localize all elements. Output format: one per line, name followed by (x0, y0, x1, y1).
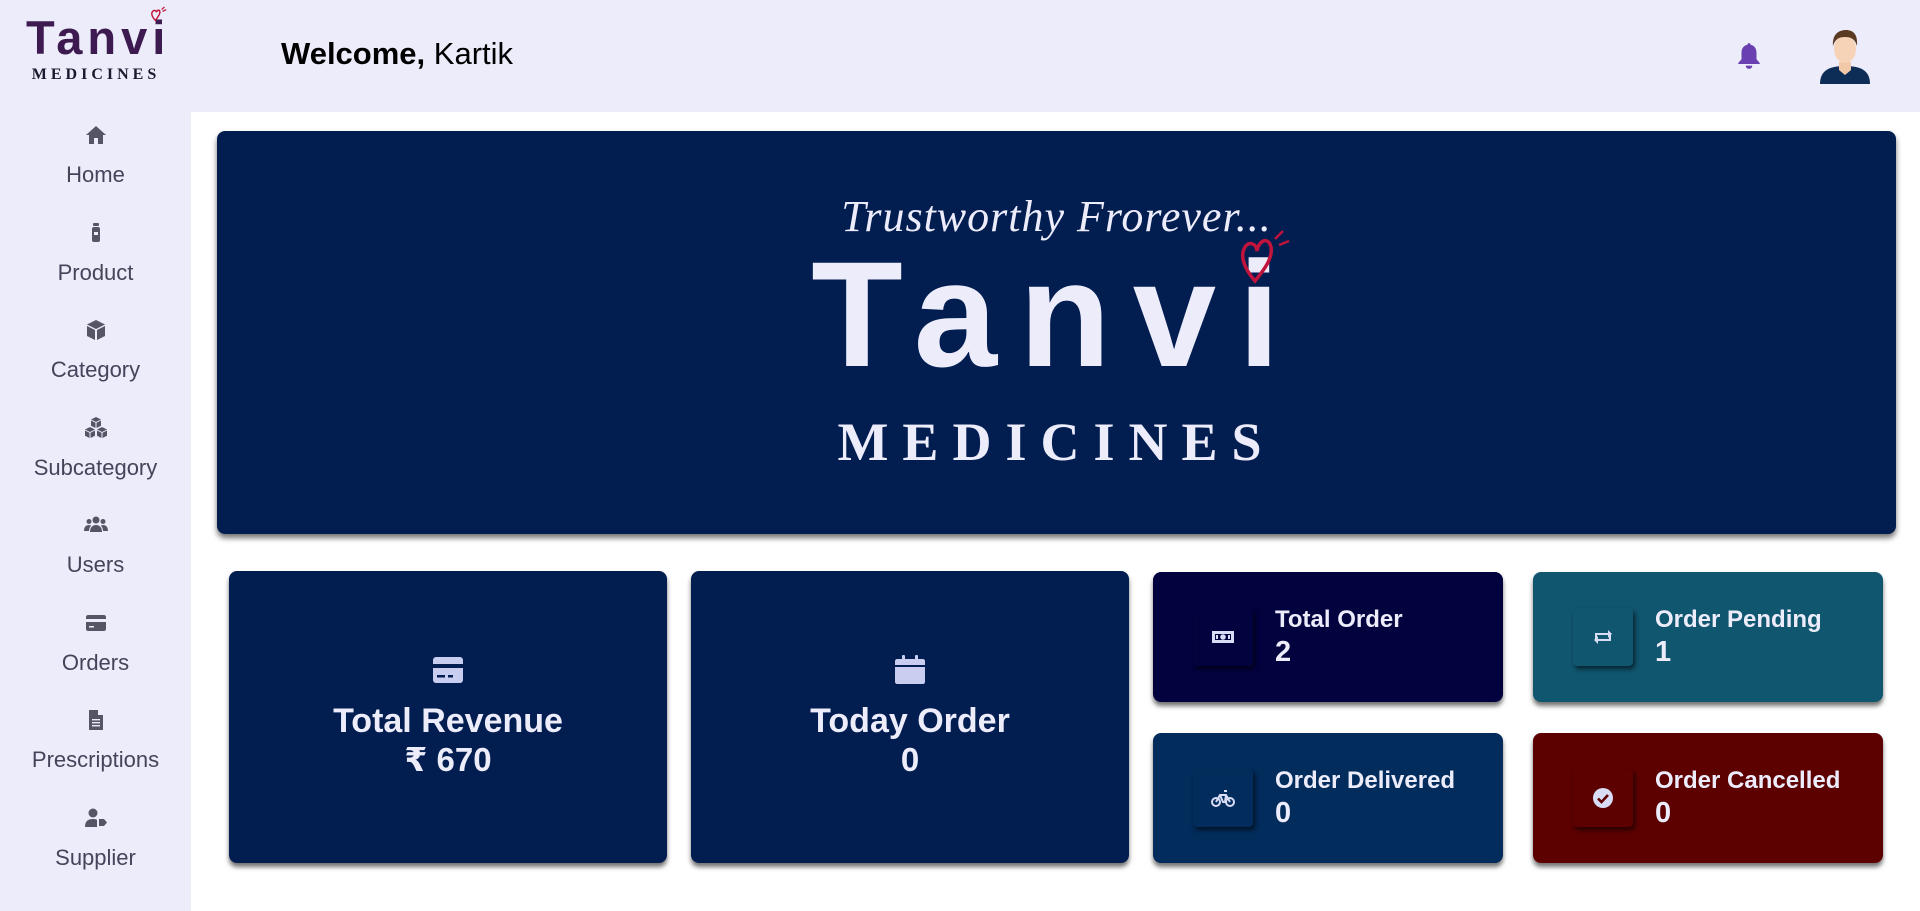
stat-value: 2 (1275, 636, 1292, 668)
total-revenue-card[interactable]: Total Revenue ₹ 670 (229, 571, 667, 863)
banner-subtitle: MEDICINES (837, 412, 1276, 472)
order-pending-card[interactable]: Order Pending 1 (1533, 572, 1883, 702)
sidebar-item-supplier[interactable]: Supplier (0, 805, 191, 903)
app: Tanvi MEDICINES Home Product Category Su… (0, 0, 1920, 911)
stat-value: 0 (1655, 797, 1672, 829)
sidebar-item-subcategory[interactable]: Subcategory (0, 415, 191, 513)
welcome-prefix: Welcome, (281, 36, 426, 71)
stat-text: Order Cancelled 0 (1655, 766, 1840, 830)
sidebar-item-users[interactable]: Users (0, 512, 191, 610)
stat-title: Today Order (810, 701, 1010, 740)
sidebar: Tanvi MEDICINES Home Product Category Su… (0, 0, 191, 911)
order-delivered-card[interactable]: Order Delivered 0 (1153, 733, 1503, 863)
stat-value: 1 (1655, 636, 1672, 668)
bicycle-icon (1193, 769, 1253, 827)
order-cancelled-card[interactable]: Order Cancelled 0 (1533, 733, 1883, 863)
sidebar-item-label: Subcategory (33, 454, 158, 480)
users-icon (83, 512, 109, 538)
credit-card-icon (431, 655, 465, 690)
stat-value: 0 (900, 740, 920, 778)
stat-title: Order Cancelled (1655, 767, 1841, 794)
money-bill-icon (1193, 608, 1253, 666)
credit-card-icon (83, 610, 109, 636)
stat-title: Order Delivered (1275, 767, 1456, 794)
sidebar-item-label: Orders (61, 649, 130, 675)
stat-title: Order Pending (1655, 606, 1822, 633)
banner-wordmark: Tanvi (811, 230, 1302, 398)
stat-value: 0 (1275, 797, 1292, 829)
home-icon (83, 122, 109, 148)
bell-icon[interactable] (1736, 41, 1762, 71)
heart-icon (151, 6, 167, 22)
sidebar-item-label: Category (50, 357, 141, 382)
sidebar-nav: Home Product Category Subcategory Users … (0, 122, 191, 902)
sidebar-item-home[interactable]: Home (0, 122, 191, 220)
check-circle-icon (1573, 769, 1633, 827)
stat-text: Total Order 2 (1275, 605, 1403, 669)
sidebar-item-product[interactable]: Product (0, 220, 191, 318)
sidebar-item-label: Home (66, 162, 125, 187)
stat-value: ₹ 670 (404, 740, 492, 778)
today-order-card[interactable]: Today Order 0 (691, 571, 1129, 863)
sidebar-logo[interactable]: Tanvi MEDICINES (26, 6, 167, 92)
file-icon (83, 707, 109, 733)
repeat-icon (1573, 608, 1633, 666)
user-name: Kartik (433, 36, 514, 71)
stat-text: Order Delivered 0 (1275, 766, 1455, 830)
top-header: Welcome, Kartik (191, 0, 1920, 112)
sidebar-item-label: Prescriptions (31, 747, 160, 772)
brand-banner: Trustworthy Frorever... Tanvi MEDICINES (217, 131, 1896, 534)
sidebar-item-orders[interactable]: Orders (0, 610, 191, 708)
sidebar-item-label: Supplier (55, 844, 136, 870)
sidebar-item-label: Users (66, 552, 125, 577)
calendar-icon (893, 654, 927, 690)
box-icon (83, 317, 109, 343)
bottle-icon (83, 220, 109, 246)
heart-icon (1241, 230, 1290, 284)
stat-title: Total Order (1275, 606, 1403, 633)
stat-title: Total Revenue (333, 701, 563, 740)
main-content: Trustworthy Frorever... Tanvi MEDICINES … (191, 112, 1920, 911)
sidebar-item-prescriptions[interactable]: Prescriptions (0, 707, 191, 805)
avatar[interactable] (1818, 22, 1872, 84)
boxes-icon (83, 415, 109, 441)
user-tag-icon (83, 805, 109, 831)
logo-subtitle: MEDICINES (31, 66, 161, 83)
total-order-card[interactable]: Total Order 2 (1153, 572, 1503, 702)
sidebar-item-category[interactable]: Category (0, 317, 191, 415)
stat-text: Order Pending 1 (1655, 605, 1822, 669)
logo-wordmark: Tanvi (26, 11, 171, 64)
sidebar-item-label: Product (57, 259, 134, 285)
welcome-message: Welcome, Kartik (281, 36, 513, 72)
